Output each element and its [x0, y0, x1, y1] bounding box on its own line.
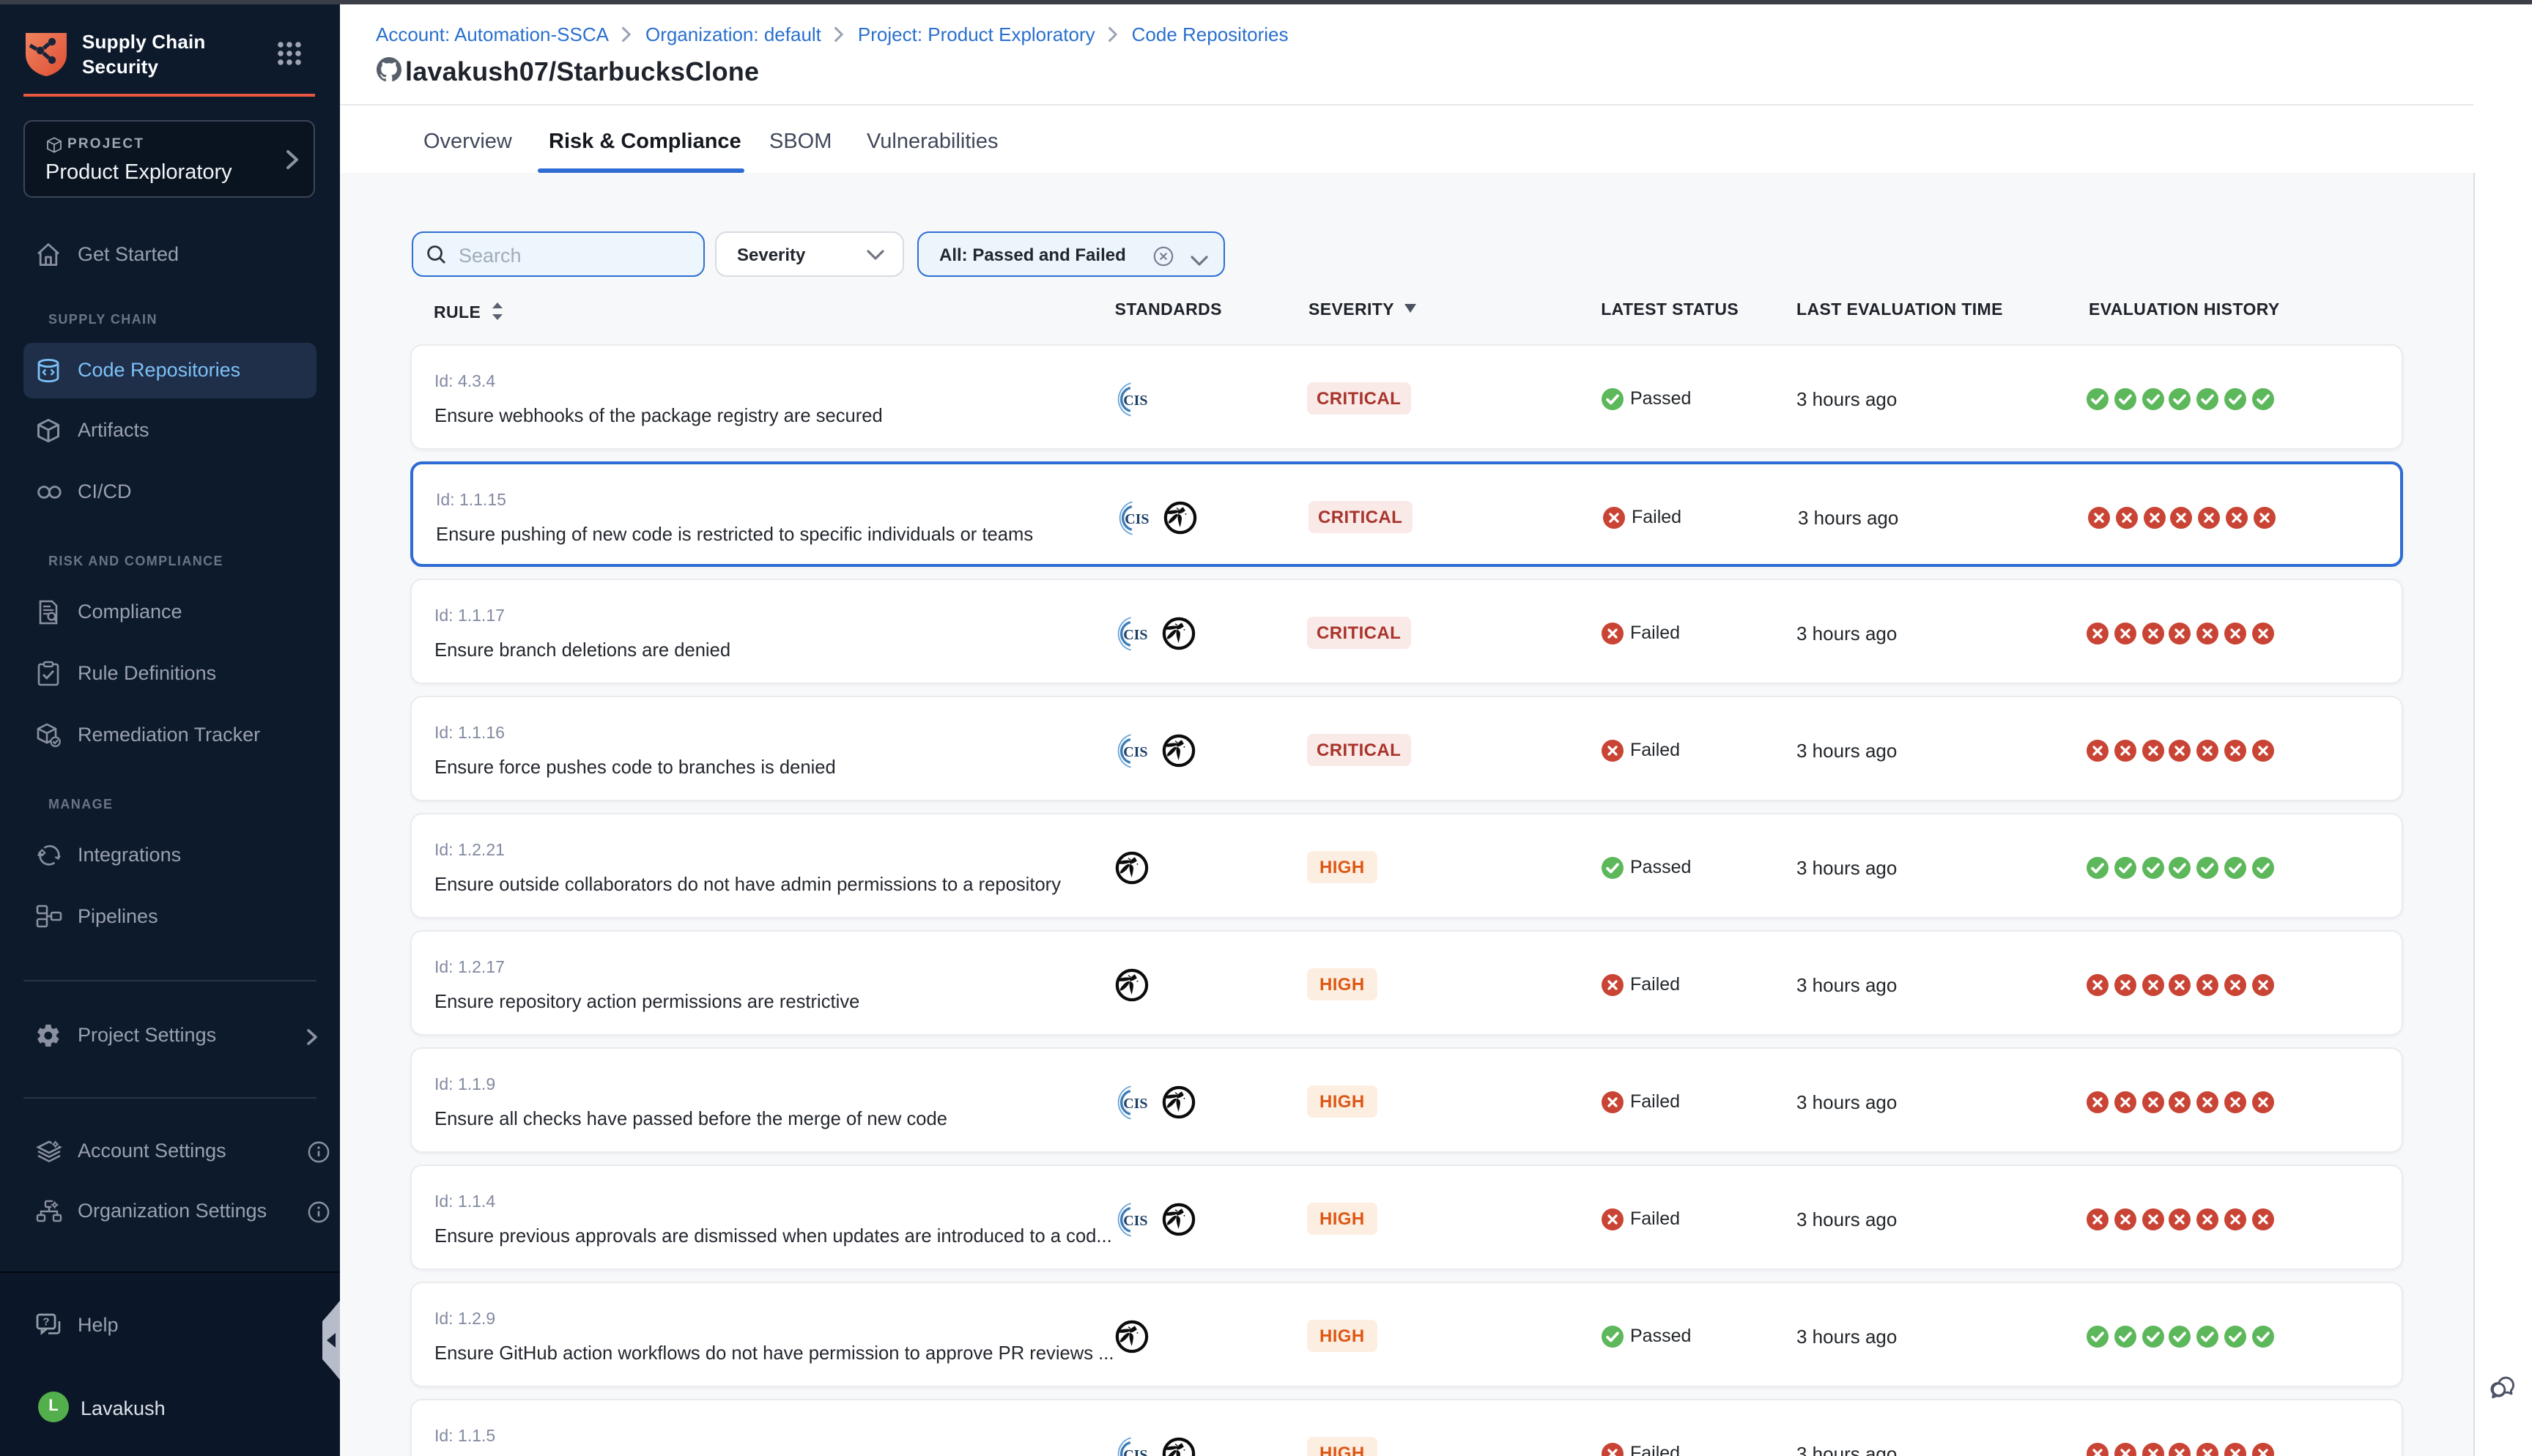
svg-text:CIS: CIS: [1123, 744, 1147, 760]
svg-text:CIS: CIS: [1123, 627, 1147, 643]
svg-text:CIS: CIS: [1123, 1096, 1147, 1112]
svg-text:CIS: CIS: [1123, 1447, 1147, 1456]
svg-text:CIS: CIS: [1123, 1213, 1147, 1229]
svg-text:?: ?: [42, 1315, 49, 1328]
svg-text:CIS: CIS: [1125, 511, 1149, 527]
svg-text:CIS: CIS: [1123, 393, 1147, 409]
